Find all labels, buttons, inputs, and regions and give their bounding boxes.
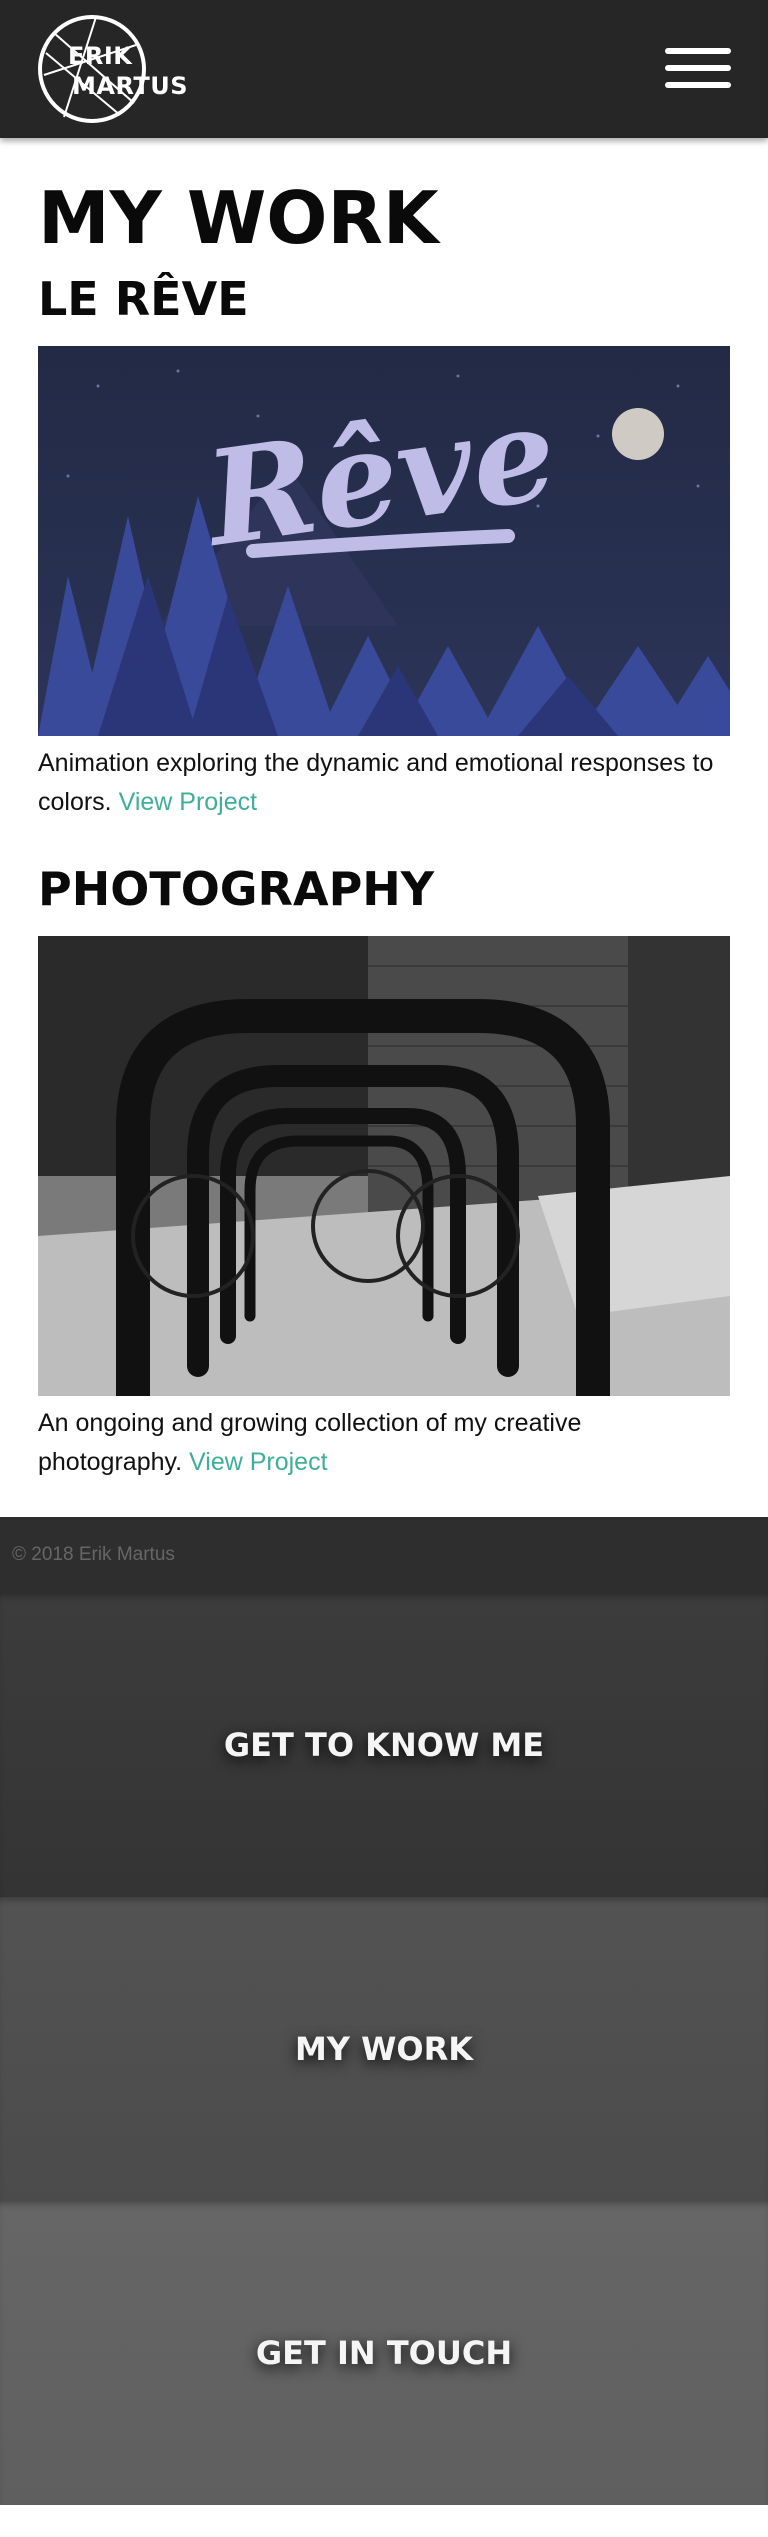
logo-line-2: MARTUS [72, 72, 189, 100]
logo-line-1: ERIK [68, 42, 133, 70]
menu-bar [665, 48, 731, 54]
nav-panel-label: GET IN TOUCH [255, 2334, 513, 2372]
project-title: PHOTOGRAPHY [38, 862, 435, 916]
nav-panel-label: MY WORK [294, 2030, 474, 2068]
nav-panel-label: GET TO KNOW ME [223, 1726, 545, 1764]
project-description: Animation exploring the dynamic and emot… [38, 744, 730, 822]
page-title: MY WORK [38, 176, 439, 260]
logo-link[interactable]: ERIK MARTUS [36, 13, 188, 125]
menu-bar [665, 82, 731, 88]
menu-bar [665, 65, 731, 71]
footer: © 2018 Erik Martus [0, 1517, 768, 1593]
logo-text: ERIK MARTUS [68, 41, 188, 101]
project-description: An ongoing and growing collection of my … [38, 1404, 730, 1482]
hamburger-menu-icon[interactable] [665, 45, 731, 93]
le-reve-thumbnail[interactable]: Rêve [38, 346, 730, 736]
nav-panel-my-work[interactable]: MY WORK [0, 1897, 768, 2201]
main-content: MY WORK LE RÊVE Rêve Animation exploring… [0, 178, 768, 1482]
copyright-text: © 2018 Erik Martus [12, 1544, 175, 1565]
nav-panels: GET TO KNOW ME MY WORK GET IN TOUCH [0, 1593, 768, 2505]
project-photography: PHOTOGRAPHY An ongoing and growing colle… [38, 862, 730, 1482]
view-project-link[interactable]: View Project [189, 1448, 328, 1476]
site-header: ERIK MARTUS [0, 0, 768, 138]
photography-thumbnail[interactable] [38, 936, 730, 1396]
nav-panel-get-to-know-me[interactable]: GET TO KNOW ME [0, 1593, 768, 1897]
view-project-link[interactable]: View Project [119, 788, 258, 816]
project-title: LE RÊVE [38, 272, 249, 326]
project-le-reve: LE RÊVE Rêve Animation exploring the dyn… [38, 272, 730, 822]
nav-panel-get-in-touch[interactable]: GET IN TOUCH [0, 2201, 768, 2505]
